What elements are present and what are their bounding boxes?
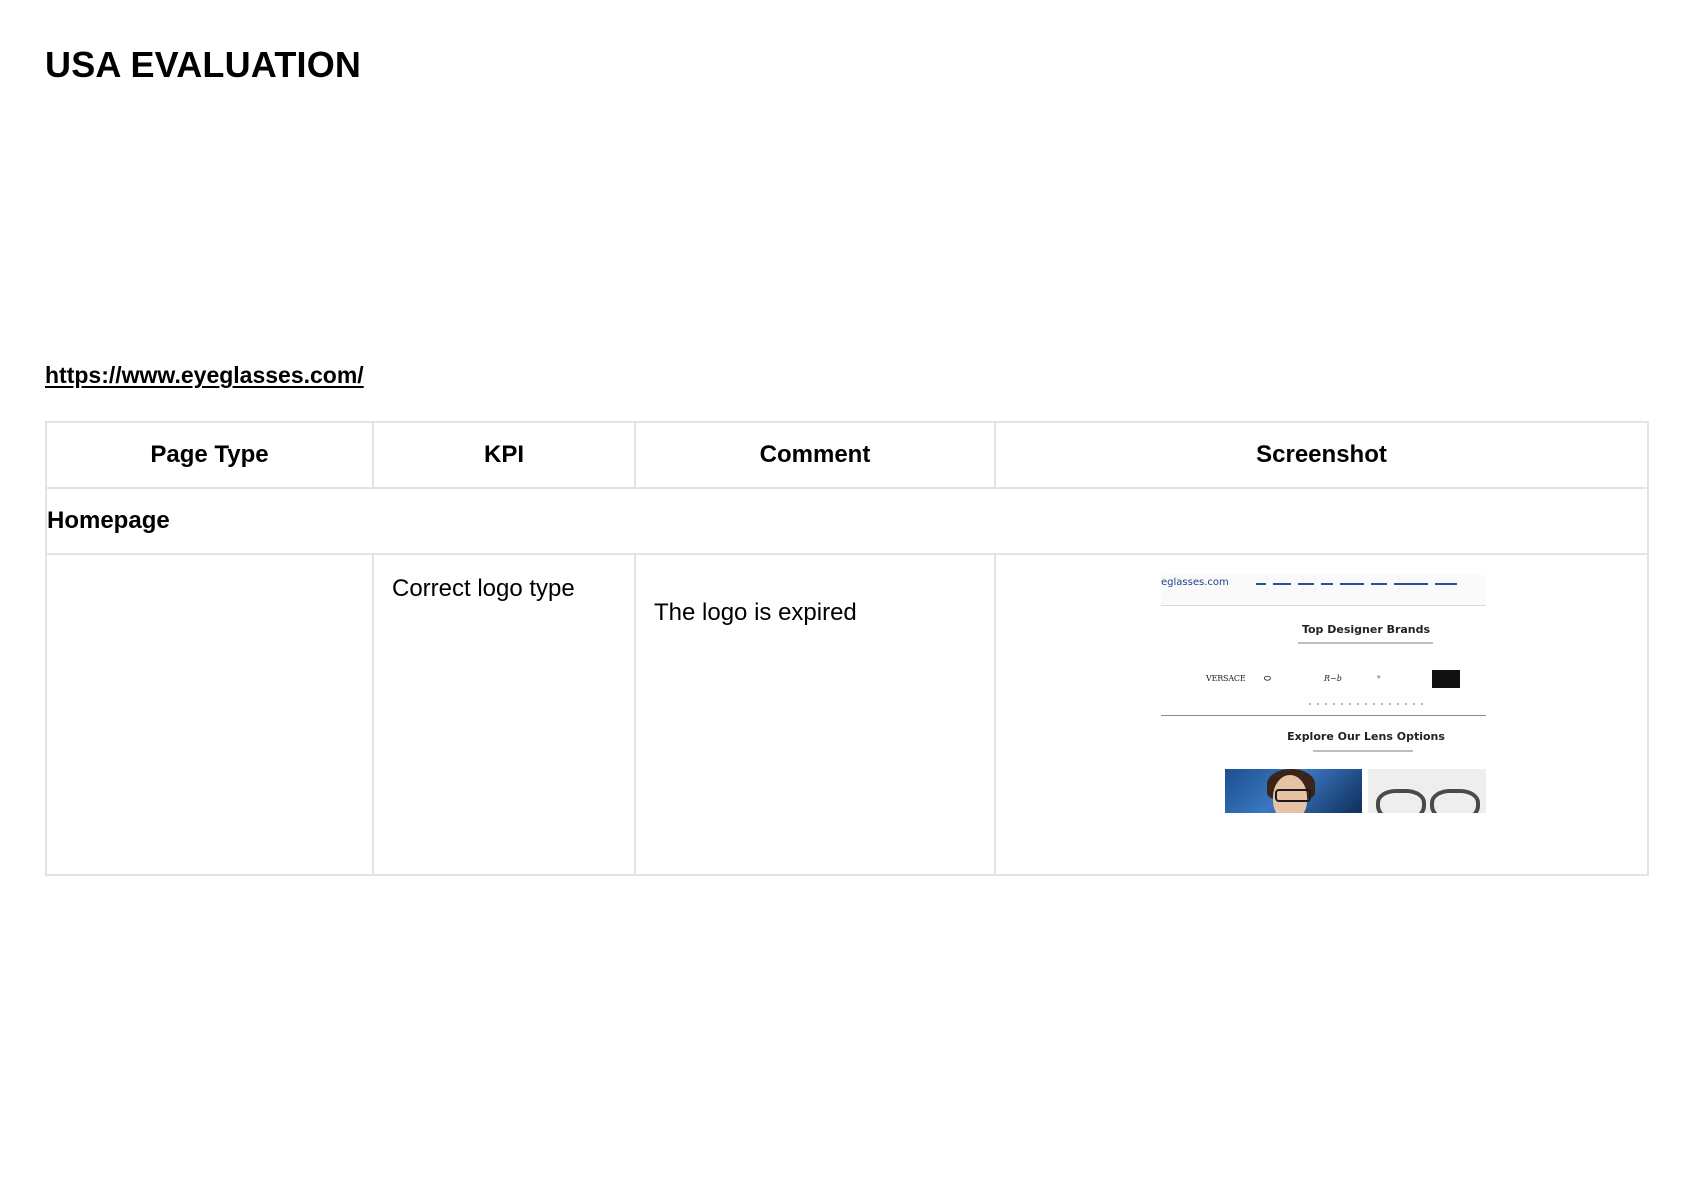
evaluation-table: Page Type KPI Comment Screenshot Homepag… — [45, 421, 1649, 876]
screenshot-cell: eglasses.com Top Designer Brands VERSACE… — [994, 553, 1649, 876]
thumbnail-logo: eglasses.com — [1161, 577, 1229, 588]
thumbnail-photo-frames — [1368, 769, 1486, 813]
section-row: Homepage — [45, 487, 1649, 555]
header-kpi: KPI — [372, 421, 636, 489]
thumbnail-subtext-2 — [1313, 750, 1413, 752]
kpi-cell: Correct logo type — [372, 553, 636, 876]
brand-rayban-logo: R~b — [1324, 674, 1342, 683]
header-screenshot: Screenshot — [994, 421, 1649, 489]
thumbnail-brand-strip: VERSACE ⬭ R~b ☀ — [1206, 670, 1481, 692]
comment-cell: The logo is expired — [634, 553, 996, 876]
brand-vintage-logo — [1432, 670, 1460, 688]
header-comment: Comment — [634, 421, 996, 489]
brand-oakley-logo: ⬭ — [1264, 674, 1271, 683]
header-page-type: Page Type — [45, 421, 374, 489]
thumbnail-header: eglasses.com — [1161, 575, 1486, 606]
page-type-cell — [45, 553, 374, 876]
thumbnail-subtext — [1298, 642, 1433, 644]
brand-versace: VERSACE — [1206, 674, 1246, 683]
source-url-link[interactable]: https://www.eyeglasses.com/ — [45, 362, 364, 389]
section-label-homepage: Homepage — [45, 487, 1649, 555]
thumbnail-nav — [1256, 581, 1457, 585]
table-header-row: Page Type KPI Comment Screenshot — [45, 421, 1649, 489]
thumbnail-carousel-dots — [1306, 703, 1426, 705]
table-row: Correct logo type The logo is expired eg… — [45, 553, 1649, 876]
thumbnail-photo-woman-glasses — [1225, 769, 1362, 813]
brand-solstice-logo: ☀ — [1376, 674, 1382, 681]
page-title: USA EVALUATION — [45, 44, 362, 85]
thumbnail-heading: Top Designer Brands — [1301, 623, 1431, 636]
screenshot-thumbnail: eglasses.com Top Designer Brands VERSACE… — [1161, 575, 1486, 813]
thumbnail-heading-2: Explore Our Lens Options — [1287, 730, 1445, 743]
thumbnail-divider — [1161, 715, 1486, 716]
